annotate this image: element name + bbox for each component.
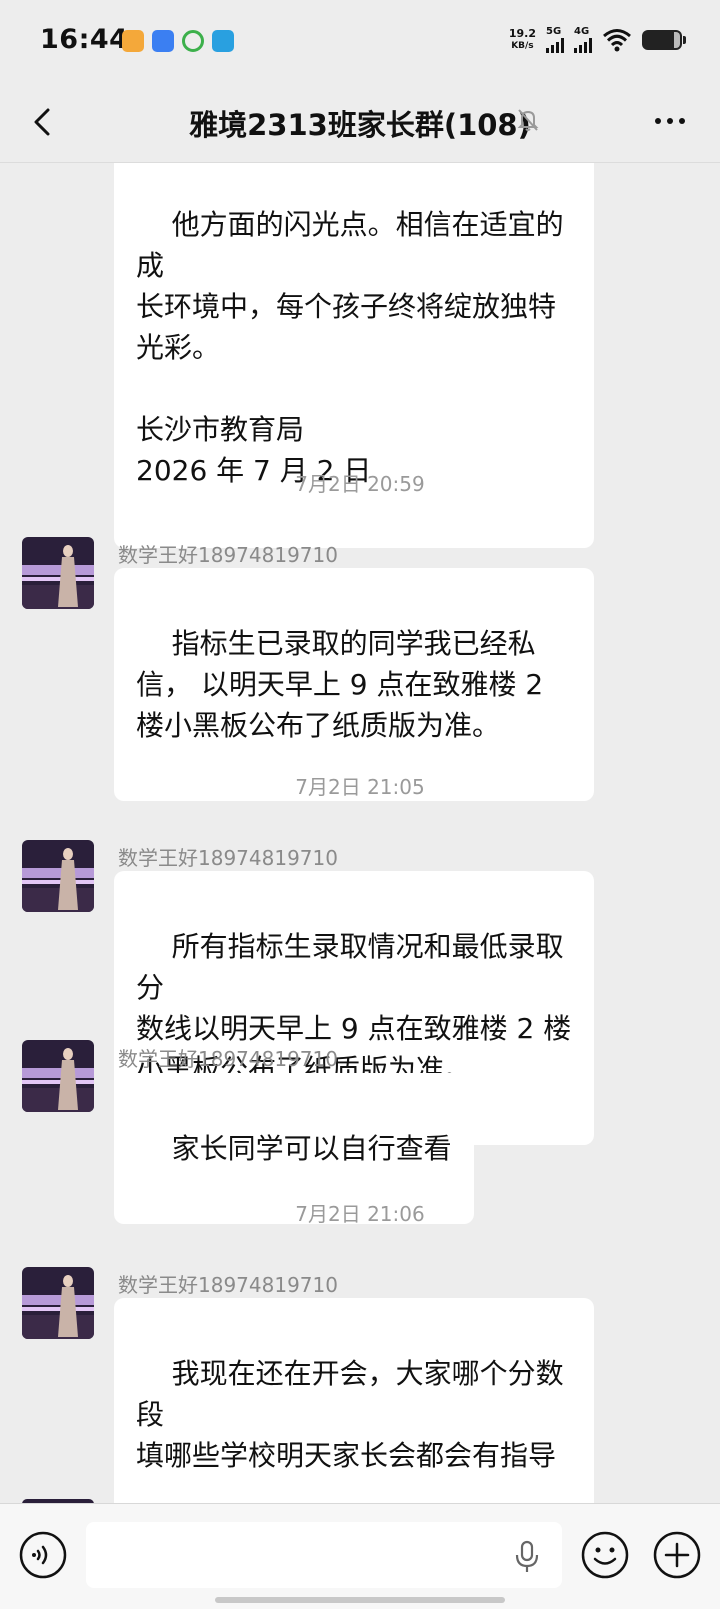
signal-4g-label: 4G bbox=[574, 26, 590, 37]
plus-icon[interactable] bbox=[652, 1530, 702, 1580]
message-bubble[interactable]: 指标生已录取的同学我已经私 信， 以明天早上 9 点在致雅楼 2 楼小黑板公布了… bbox=[114, 568, 594, 801]
signal-4g: 4G bbox=[574, 27, 592, 53]
signal-5g: 5G bbox=[546, 27, 564, 53]
taobao-icon bbox=[122, 30, 144, 52]
home-indicator[interactable] bbox=[215, 1597, 505, 1603]
blue-square-app-icon bbox=[212, 30, 234, 52]
message-text: 家长同学可以自行查看 bbox=[171, 1132, 452, 1165]
avatar[interactable] bbox=[22, 1267, 94, 1339]
message-list[interactable]: 他方面的闪光点。相信在适宜的成 长环境中，每个孩子终将绽放独特 光彩。 长沙市教… bbox=[0, 163, 720, 1503]
blue-app-icon bbox=[152, 30, 174, 52]
net-speed-unit: KB/s bbox=[511, 41, 534, 51]
signal-5g-label: 5G bbox=[546, 26, 562, 37]
status-bar: 16:44 19.2 KB/s 5G 4G bbox=[0, 0, 720, 84]
message-timestamp: 7月2日 21:05 bbox=[295, 775, 425, 799]
chat-title[interactable]: 雅境2313班家长群(108) bbox=[0, 102, 720, 144]
message-timestamp: 7月2日 20:59 bbox=[295, 472, 425, 496]
message-text: 他方面的闪光点。相信在适宜的成 长环境中，每个孩子终将绽放独特 光彩。 长沙市教… bbox=[136, 208, 564, 487]
signal-bars-icon bbox=[574, 37, 592, 53]
avatar[interactable] bbox=[22, 1040, 94, 1112]
message-input[interactable] bbox=[86, 1522, 562, 1588]
mute-bell-icon bbox=[517, 109, 539, 131]
avatar-image bbox=[22, 537, 94, 609]
input-bar bbox=[0, 1503, 720, 1609]
green-sync-icon bbox=[182, 30, 204, 52]
emoji-icon[interactable] bbox=[580, 1530, 630, 1580]
sender-name: 数学王好18974819710 bbox=[118, 1047, 338, 1071]
wifi-icon bbox=[603, 29, 631, 52]
avatar[interactable] bbox=[22, 537, 94, 609]
message-text: 指标生已录取的同学我已经私 信， 以明天早上 9 点在致雅楼 2 楼小黑板公布了… bbox=[136, 627, 544, 742]
message-bubble[interactable]: 我现在还在开会，大家哪个分数段 填哪些学校明天家长会都会有指导 🙏 bbox=[114, 1298, 594, 1503]
voice-icon[interactable] bbox=[18, 1530, 68, 1580]
microphone-icon[interactable] bbox=[512, 1540, 542, 1574]
signal-bars-icon bbox=[546, 37, 564, 53]
more-icon[interactable] bbox=[650, 106, 690, 136]
avatar-image bbox=[22, 1040, 94, 1112]
notification-icons bbox=[122, 30, 234, 52]
message-text: 我现在还在开会，大家哪个分数段 填哪些学校明天家长会都会有指导 bbox=[136, 1357, 564, 1472]
status-time: 16:44 bbox=[40, 24, 129, 55]
net-speed-value: 19.2 bbox=[508, 27, 536, 40]
battery-icon bbox=[642, 30, 686, 50]
avatar-image bbox=[22, 1267, 94, 1339]
sender-name: 数学王好18974819710 bbox=[118, 543, 338, 567]
message-timestamp: 7月2日 21:06 bbox=[295, 1202, 425, 1226]
status-right: 19.2 KB/s 5G 4G bbox=[509, 27, 686, 53]
net-speed: 19.2 KB/s bbox=[509, 28, 536, 52]
sender-name: 数学王好18974819710 bbox=[118, 1273, 338, 1297]
sender-name: 数学王好18974819710 bbox=[118, 846, 338, 870]
chat-header: 雅境2313班家长群(108) bbox=[0, 84, 720, 163]
avatar[interactable] bbox=[22, 840, 94, 912]
avatar-image bbox=[22, 840, 94, 912]
